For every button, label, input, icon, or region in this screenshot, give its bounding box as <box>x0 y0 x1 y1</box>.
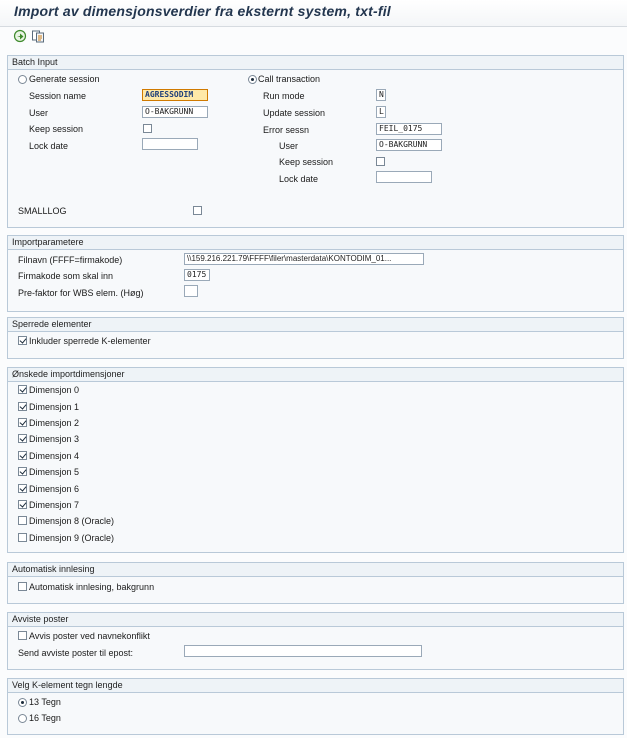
filnavn-input[interactable]: \\159.216.221.79\FFFF\filer\masterdata\K… <box>184 253 424 265</box>
checkbox[interactable] <box>18 402 27 411</box>
session-name-input[interactable]: AGRESSODIM <box>142 89 208 101</box>
checkbox[interactable] <box>18 451 27 460</box>
velg-group: Velg K-element tegn lengde <box>7 678 624 735</box>
run-mode-label: Run mode <box>263 91 305 101</box>
dimensjon-label: Dimensjon 0 <box>29 385 80 395</box>
generate-session-radio[interactable] <box>18 75 27 84</box>
title-bar: Import av dimensjonsverdier fra eksternt… <box>0 0 627 27</box>
group-header: Ønskede importdimensjoner <box>8 368 623 382</box>
epost-input[interactable] <box>184 645 422 657</box>
smalllog-checkbox[interactable] <box>193 206 202 215</box>
update-session-input[interactable]: L <box>376 106 386 118</box>
lock-date-label: Lock date <box>29 141 69 151</box>
toolbar <box>0 27 627 45</box>
checkbox[interactable] <box>18 484 27 493</box>
tegn-16-label: 16 Tegn <box>29 713 61 723</box>
inkluder-sperrede-label: Inkluder sperrede K-elementer <box>29 336 151 346</box>
epost-label: Send avviste poster til epost: <box>18 648 134 658</box>
group-header: Sperrede elementer <box>8 318 623 332</box>
dimensjon-label: Dimensjon 7 <box>29 500 80 510</box>
checkbox[interactable] <box>18 467 27 476</box>
page-title: Import av dimensjonsverdier fra eksternt… <box>14 3 391 19</box>
dimensjon-label: Dimensjon 1 <box>29 402 80 412</box>
checkbox[interactable] <box>18 500 27 509</box>
checkbox[interactable] <box>18 385 27 394</box>
dimensjon-label: Dimensjon 8 (Oracle) <box>29 516 115 526</box>
user-input[interactable]: O-BAKGRUNN <box>142 106 208 118</box>
execute-icon[interactable] <box>13 29 27 43</box>
group-header: Velg K-element tegn lengde <box>8 679 623 693</box>
keep-session-label: Keep session <box>29 124 84 134</box>
avvis-label: Avvis poster ved navnekonflikt <box>29 631 150 641</box>
update-session-label: Update session <box>263 108 326 118</box>
dimensjon-label: Dimensjon 3 <box>29 434 80 444</box>
user-label: User <box>29 108 49 118</box>
automatisk-label: Automatisk innlesing, bakgrunn <box>29 582 155 592</box>
group-header: Batch Input <box>8 56 623 70</box>
group-header: Importparametere <box>8 236 623 250</box>
generate-session-label: Generate session <box>29 74 100 84</box>
tegn-13-radio[interactable] <box>18 698 27 707</box>
inkluder-sperrede-checkbox[interactable] <box>18 336 27 345</box>
checkbox[interactable] <box>18 533 27 542</box>
call-transaction-label: Call transaction <box>258 74 321 84</box>
tegn-13-label: 13 Tegn <box>29 697 61 707</box>
error-sessn-label: Error sessn <box>263 125 310 135</box>
dimensjon-label: Dimensjon 6 <box>29 484 80 494</box>
firmakode-input[interactable]: 0175 <box>184 269 210 281</box>
avvis-checkbox[interactable] <box>18 631 27 640</box>
lock-date-input[interactable] <box>142 138 198 150</box>
smalllog-label: SMALLLOG <box>18 206 67 216</box>
run-mode-input[interactable]: N <box>376 89 386 101</box>
automatisk-checkbox[interactable] <box>18 582 27 591</box>
filnavn-label: Filnavn (FFFF=firmakode) <box>18 255 123 265</box>
checkbox[interactable] <box>18 516 27 525</box>
dimensjon-label: Dimensjon 2 <box>29 418 80 428</box>
call-transaction-radio[interactable] <box>248 75 257 84</box>
keep-session2-checkbox[interactable] <box>376 157 385 166</box>
dimensjon-label: Dimensjon 4 <box>29 451 80 461</box>
tegn-16-radio[interactable] <box>18 714 27 723</box>
prefaktor-label: Pre-faktor for WBS elem. (Høg) <box>18 288 144 298</box>
group-header: Avviste poster <box>8 613 623 627</box>
firmakode-label: Firmakode som skal inn <box>18 271 114 281</box>
error-sessn-input[interactable]: FEIL_0175 <box>376 123 442 135</box>
variant-icon[interactable] <box>31 29 45 43</box>
keep-session2-label: Keep session <box>279 157 334 167</box>
lock-date2-label: Lock date <box>279 174 319 184</box>
prefaktor-input[interactable] <box>184 285 198 297</box>
user2-input[interactable]: O-BAKGRUNN <box>376 139 442 151</box>
keep-session-checkbox[interactable] <box>143 124 152 133</box>
dimensjon-label: Dimensjon 5 <box>29 467 80 477</box>
checkbox[interactable] <box>18 434 27 443</box>
checkbox[interactable] <box>18 418 27 427</box>
lock-date2-input[interactable] <box>376 171 432 183</box>
dimensjon-label: Dimensjon 9 (Oracle) <box>29 533 115 543</box>
session-name-label: Session name <box>29 91 87 101</box>
group-header: Automatisk innlesing <box>8 563 623 577</box>
user2-label: User <box>279 141 299 151</box>
